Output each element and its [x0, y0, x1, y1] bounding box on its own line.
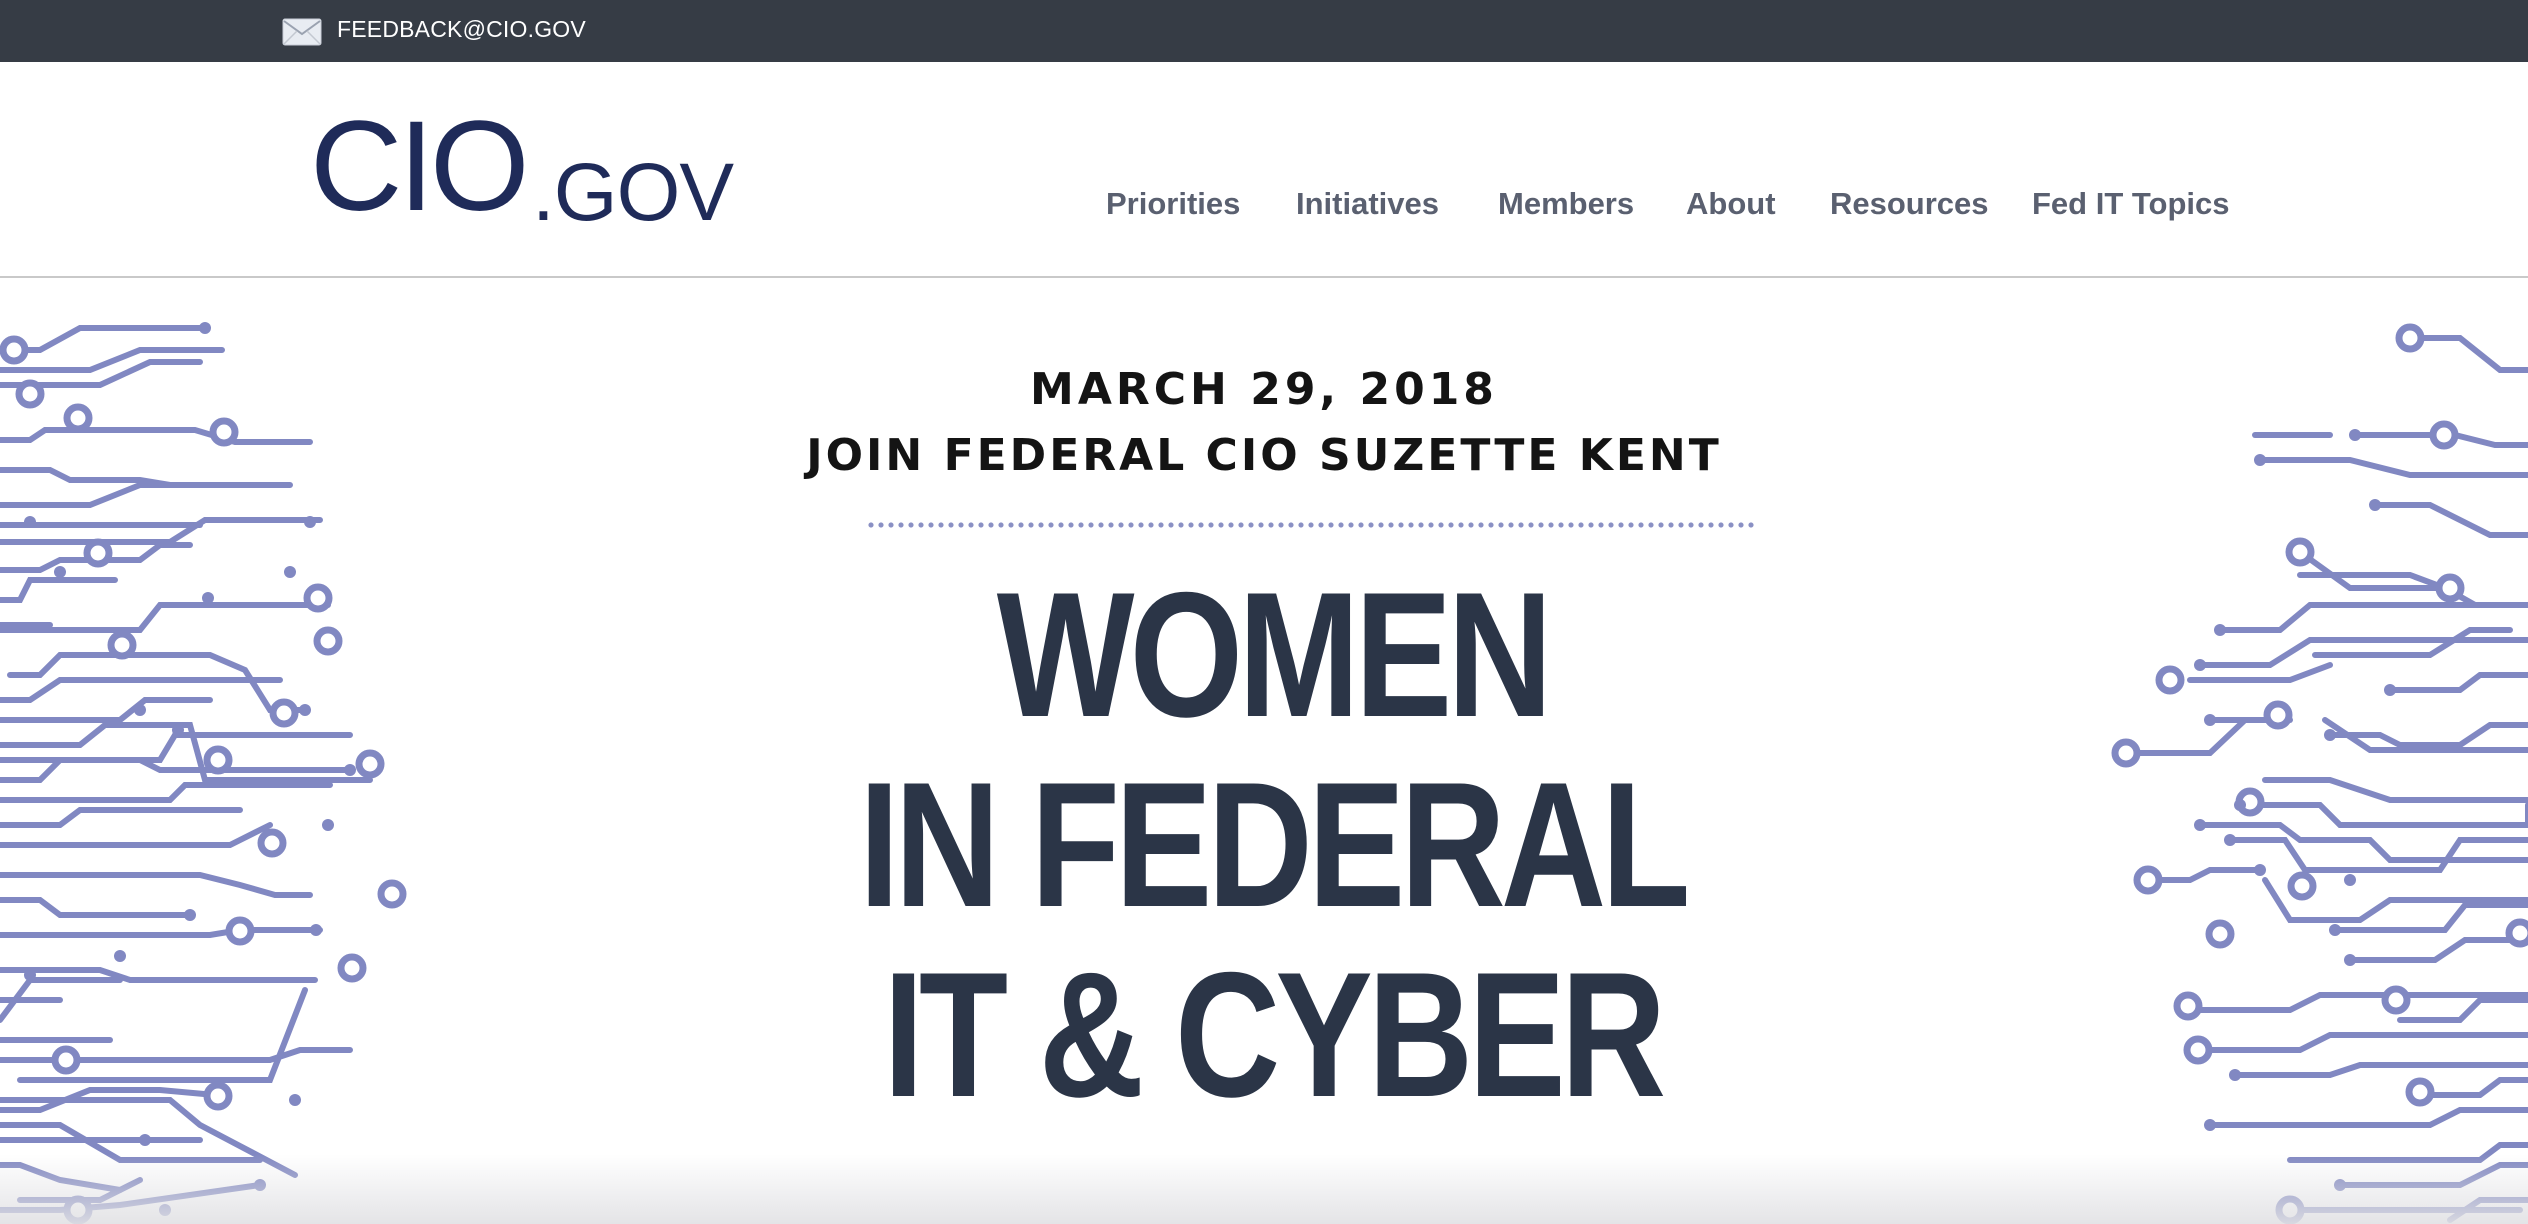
hero-banner[interactable]: MARCH 29, 2018 JOIN FEDERAL CIO SUZETTE …	[0, 280, 2528, 1224]
nav-resources[interactable]: Resources	[1830, 186, 1989, 222]
hero-bottom-fade	[0, 1154, 2528, 1224]
nav-priorities[interactable]: Priorities	[1106, 186, 1240, 222]
dotted-divider	[866, 522, 1754, 528]
nav-members[interactable]: Members	[1498, 186, 1634, 222]
headline-line-1: WOMEN	[996, 555, 1553, 754]
nav-initiatives[interactable]: Initiatives	[1296, 186, 1439, 222]
nav-about[interactable]: About	[1686, 186, 1776, 222]
event-date: MARCH 29, 2018	[1030, 364, 1498, 415]
event-subtitle: JOIN FEDERAL CIO SUZETTE KENT	[806, 430, 1722, 481]
main-navigation: Priorities Initiatives Members About Res…	[0, 186, 2528, 230]
feedback-email-link[interactable]: FEEDBACK@CIO.GOV	[337, 16, 586, 43]
site-header: CIO .GOV Priorities Initiatives Members …	[0, 62, 2528, 278]
headline-line-2: IN FEDERAL	[859, 745, 1690, 944]
headline-line-3: IT & CYBER	[883, 935, 1666, 1134]
top-utility-bar: FEEDBACK@CIO.GOV	[0, 0, 2528, 62]
nav-fed-it-topics[interactable]: Fed IT Topics	[2032, 186, 2230, 222]
mail-icon[interactable]	[282, 18, 322, 46]
